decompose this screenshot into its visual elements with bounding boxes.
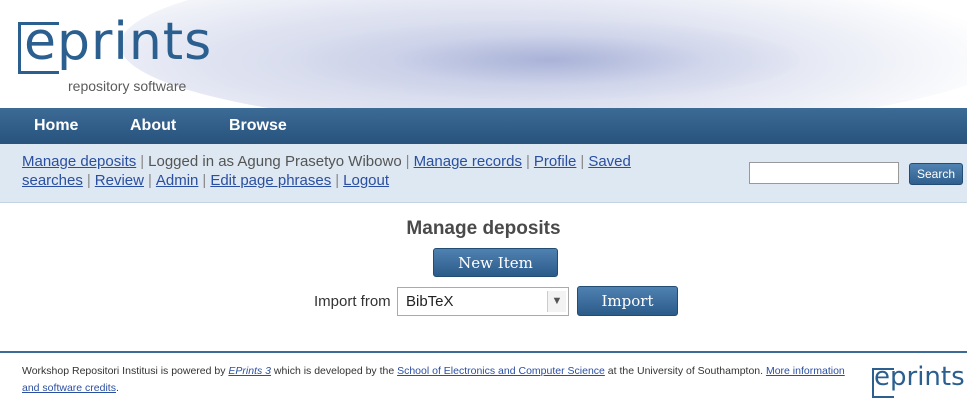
link-manage-records[interactable]: Manage records — [414, 153, 522, 170]
logged-in-text: Logged in as Agung Prasetyo Wibowo — [148, 153, 402, 170]
footer-text-part: . — [115, 382, 119, 394]
eprints-link-text: EPrints 3 — [228, 365, 272, 377]
chevron-down-icon[interactable]: ▼ — [547, 291, 566, 312]
nav-browse[interactable]: Browse — [229, 117, 287, 135]
logo-tagline: repository software — [68, 78, 187, 94]
footer-eprints-logo[interactable]: eprints — [870, 360, 965, 400]
link-admin[interactable]: Admin — [156, 172, 199, 189]
link-profile[interactable]: Profile — [534, 153, 577, 170]
link-eprints[interactable]: EPrints 3 — [228, 365, 271, 377]
header-banner: eprints repository software — [0, 0, 967, 108]
import-format-value: BibTeX — [406, 293, 454, 310]
search-button[interactable]: Search — [909, 163, 963, 185]
link-school[interactable]: School of Electronics and Computer Scien… — [397, 365, 605, 377]
main-nav: Home About Browse — [0, 108, 967, 144]
footer-divider — [0, 351, 967, 353]
link-review[interactable]: Review — [95, 172, 144, 189]
banner-decoration-highlight — [300, 20, 800, 100]
footer-text-part: Workshop Repositori Institusi is powered… — [22, 365, 229, 377]
nav-home[interactable]: Home — [34, 117, 78, 135]
new-item-button[interactable]: New Item — [433, 248, 558, 277]
logo-text: eprints — [24, 12, 213, 72]
footer-text: Workshop Repositori Institusi is powered… — [22, 363, 862, 397]
eprints-logo[interactable]: eprints repository software — [18, 12, 228, 98]
footer-logo-text: eprints — [874, 362, 965, 392]
import-button[interactable]: Import — [577, 286, 678, 316]
import-format-select[interactable]: BibTeX ▼ — [397, 287, 569, 316]
link-edit-page-phrases[interactable]: Edit page phrases — [210, 172, 331, 189]
import-label: Import from — [314, 293, 391, 310]
page-title: Manage deposits — [406, 218, 561, 239]
footer-text-part: which is developed by the — [271, 365, 398, 377]
user-menu: Manage deposits | Logged in as Agung Prase… — [22, 153, 631, 189]
search-input[interactable] — [749, 162, 899, 184]
link-manage-deposits[interactable]: Manage deposits — [22, 153, 136, 170]
nav-about[interactable]: About — [130, 117, 176, 135]
link-logout[interactable]: Logout — [343, 172, 389, 189]
footer-text-part: at the University of Southampton. — [604, 365, 766, 377]
